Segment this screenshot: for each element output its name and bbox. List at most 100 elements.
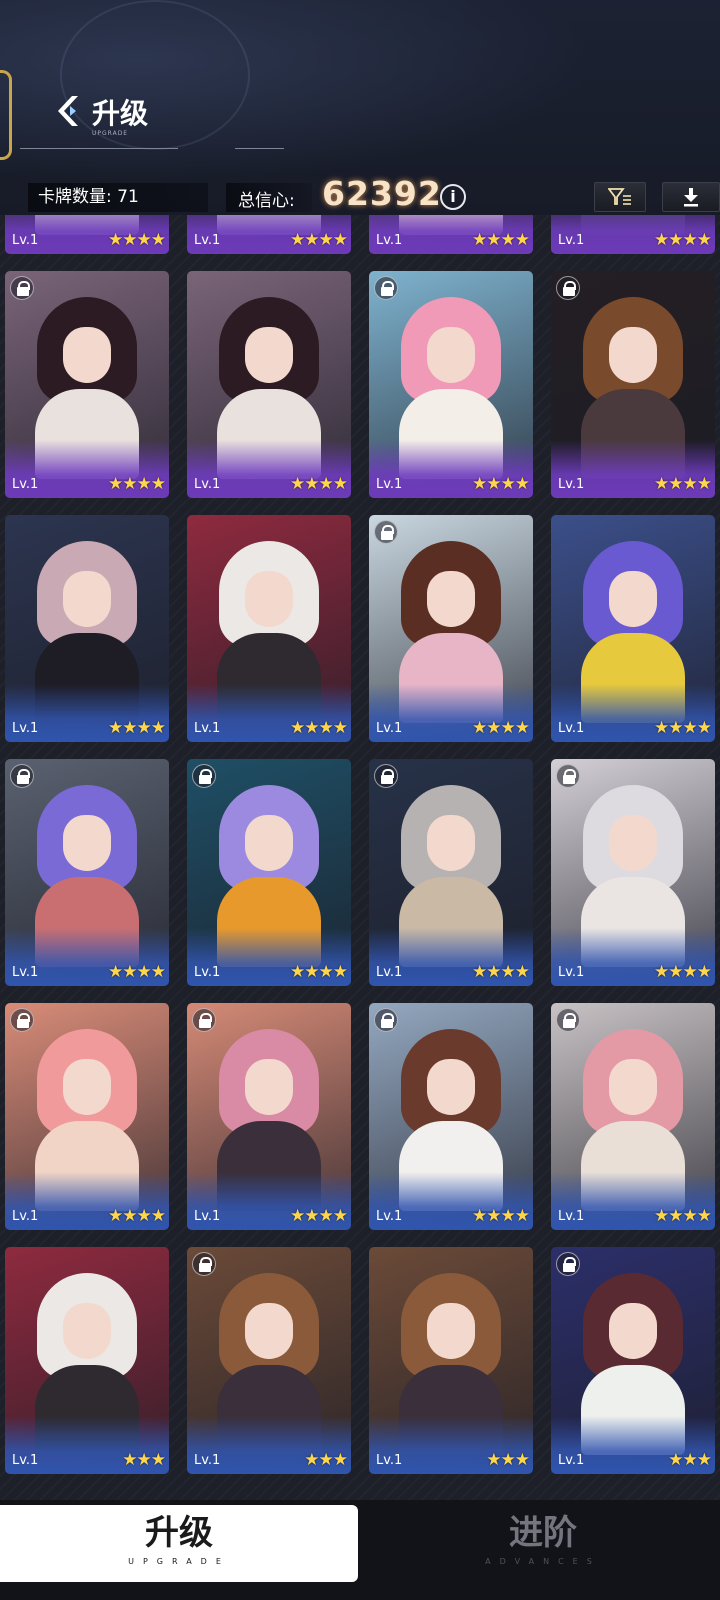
- card-footer: Lv.1 ★★★★: [5, 1172, 169, 1230]
- card-item[interactable]: Lv.1 ★★★★: [369, 515, 533, 742]
- info-icon[interactable]: i: [440, 184, 466, 210]
- card-item[interactable]: Lv.1 ★★★★: [187, 215, 351, 254]
- card-item[interactable]: Lv.1 ★★★★: [369, 215, 533, 254]
- card-count-label: 卡牌数量:: [38, 187, 112, 207]
- card-footer: Lv.1 ★★★★: [369, 1172, 533, 1230]
- lock-icon[interactable]: [556, 1008, 580, 1032]
- card-footer: Lv.1 ★★★★: [551, 440, 715, 498]
- card-item[interactable]: Lv.1 ★★★: [369, 1247, 533, 1474]
- card-item[interactable]: Lv.1 ★★★: [5, 1247, 169, 1474]
- card-footer: Lv.1 ★★★: [187, 1416, 351, 1474]
- card-level: Lv.1: [12, 965, 39, 980]
- card-item[interactable]: Lv.1 ★★★★: [5, 515, 169, 742]
- card-stars: ★★★: [668, 1450, 712, 1470]
- card-item[interactable]: Lv.1 ★★★★: [5, 1003, 169, 1230]
- card-item[interactable]: Lv.1 ★★★★: [187, 515, 351, 742]
- character-face: [427, 1059, 475, 1115]
- card-level: Lv.1: [558, 965, 585, 980]
- card-footer: Lv.1 ★★★★: [187, 1172, 351, 1230]
- card-item[interactable]: Lv.1 ★★★★: [5, 271, 169, 498]
- card-footer: Lv.1 ★★★★: [5, 928, 169, 986]
- lock-icon[interactable]: [192, 1252, 216, 1276]
- page-title: 升级: [92, 97, 149, 130]
- card-stars: ★★★: [304, 1450, 348, 1470]
- lock-icon[interactable]: [10, 764, 34, 788]
- card-level: Lv.1: [194, 1209, 221, 1224]
- card-item[interactable]: Lv.1 ★★★★: [187, 1003, 351, 1230]
- card-level: Lv.1: [558, 1453, 585, 1468]
- card-level: Lv.1: [12, 477, 39, 492]
- lock-icon[interactable]: [556, 1252, 580, 1276]
- card-level: Lv.1: [194, 1453, 221, 1468]
- card-footer: Lv.1 ★★★★: [551, 684, 715, 742]
- lock-icon[interactable]: [374, 276, 398, 300]
- character-face: [63, 571, 111, 627]
- card-item[interactable]: Lv.1 ★★★★: [5, 759, 169, 986]
- title-divider-short: [235, 148, 284, 149]
- card-item[interactable]: Lv.1 ★★★★: [551, 515, 715, 742]
- card-stars: ★★★★: [290, 1206, 348, 1226]
- card-stars: ★★★★: [472, 474, 530, 494]
- card-stars: ★★★★: [290, 474, 348, 494]
- filter-button[interactable]: [594, 182, 646, 212]
- card-stars: ★★★★: [108, 1206, 166, 1226]
- card-level: Lv.1: [12, 721, 39, 736]
- lock-icon[interactable]: [374, 1008, 398, 1032]
- lock-icon[interactable]: [556, 276, 580, 300]
- card-footer: Lv.1 ★★★★: [369, 215, 533, 254]
- card-level: Lv.1: [194, 233, 221, 248]
- card-count-box: 卡牌数量: 71: [28, 183, 208, 212]
- character-face: [609, 1059, 657, 1115]
- card-footer: Lv.1 ★★★: [551, 1416, 715, 1474]
- card-item[interactable]: Lv.1 ★★★★: [369, 1003, 533, 1230]
- card-footer: Lv.1 ★★★★: [551, 928, 715, 986]
- card-stars: ★★★★: [472, 230, 530, 250]
- card-item[interactable]: Lv.1 ★★★: [187, 1247, 351, 1474]
- character-face: [609, 327, 657, 383]
- card-item[interactable]: Lv.1 ★★★★: [551, 271, 715, 498]
- card-grid[interactable]: Lv.1 ★★★★ Lv.1 ★★★★ Lv.1 ★★★★ Lv.1 ★★★★ Lv.1 ★★★★…: [0, 215, 720, 1500]
- card-item[interactable]: Lv.1 ★★★★: [551, 1003, 715, 1230]
- card-stars: ★★★★: [290, 230, 348, 250]
- card-footer: Lv.1 ★★★★: [5, 215, 169, 254]
- card-item[interactable]: Lv.1 ★★★★: [187, 271, 351, 498]
- download-button[interactable]: [662, 182, 720, 212]
- lock-icon[interactable]: [192, 764, 216, 788]
- character-face: [63, 1303, 111, 1359]
- card-level: Lv.1: [194, 721, 221, 736]
- card-item[interactable]: Lv.1 ★★★★: [551, 215, 715, 254]
- character-face: [427, 1303, 475, 1359]
- card-stars: ★★★★: [108, 718, 166, 738]
- character-face: [63, 815, 111, 871]
- card-item[interactable]: Lv.1 ★★★★: [187, 759, 351, 986]
- tab-upgrade-sub: UPGRADE: [128, 1557, 230, 1566]
- card-level: Lv.1: [558, 233, 585, 248]
- character-face: [245, 1303, 293, 1359]
- lock-icon[interactable]: [374, 764, 398, 788]
- tab-advance[interactable]: 进阶 ADVANCES: [366, 1505, 720, 1582]
- tab-upgrade[interactable]: 升级 UPGRADE: [0, 1505, 358, 1582]
- card-item[interactable]: Lv.1 ★★★★: [369, 271, 533, 498]
- lock-icon[interactable]: [192, 1008, 216, 1032]
- lock-icon[interactable]: [10, 276, 34, 300]
- card-item[interactable]: Lv.1 ★★★★: [369, 759, 533, 986]
- card-item[interactable]: Lv.1 ★★★★: [551, 759, 715, 986]
- card-item[interactable]: Lv.1 ★★★: [551, 1247, 715, 1474]
- card-level: Lv.1: [376, 233, 403, 248]
- card-stars: ★★★★: [654, 962, 712, 982]
- card-stars: ★★★★: [108, 474, 166, 494]
- card-level: Lv.1: [12, 1453, 39, 1468]
- lock-icon[interactable]: [10, 1008, 34, 1032]
- card-stars: ★★★★: [654, 474, 712, 494]
- card-footer: Lv.1 ★★★★: [187, 440, 351, 498]
- card-stars: ★★★★: [472, 962, 530, 982]
- card-footer: Lv.1 ★★★★: [187, 928, 351, 986]
- card-level: Lv.1: [12, 233, 39, 248]
- character-face: [609, 1303, 657, 1359]
- card-item[interactable]: Lv.1 ★★★★: [5, 215, 169, 254]
- card-footer: Lv.1 ★★★★: [369, 928, 533, 986]
- card-count-value: 71: [117, 187, 139, 207]
- lock-icon[interactable]: [556, 764, 580, 788]
- side-tab-handle[interactable]: [0, 70, 12, 160]
- lock-icon[interactable]: [374, 520, 398, 544]
